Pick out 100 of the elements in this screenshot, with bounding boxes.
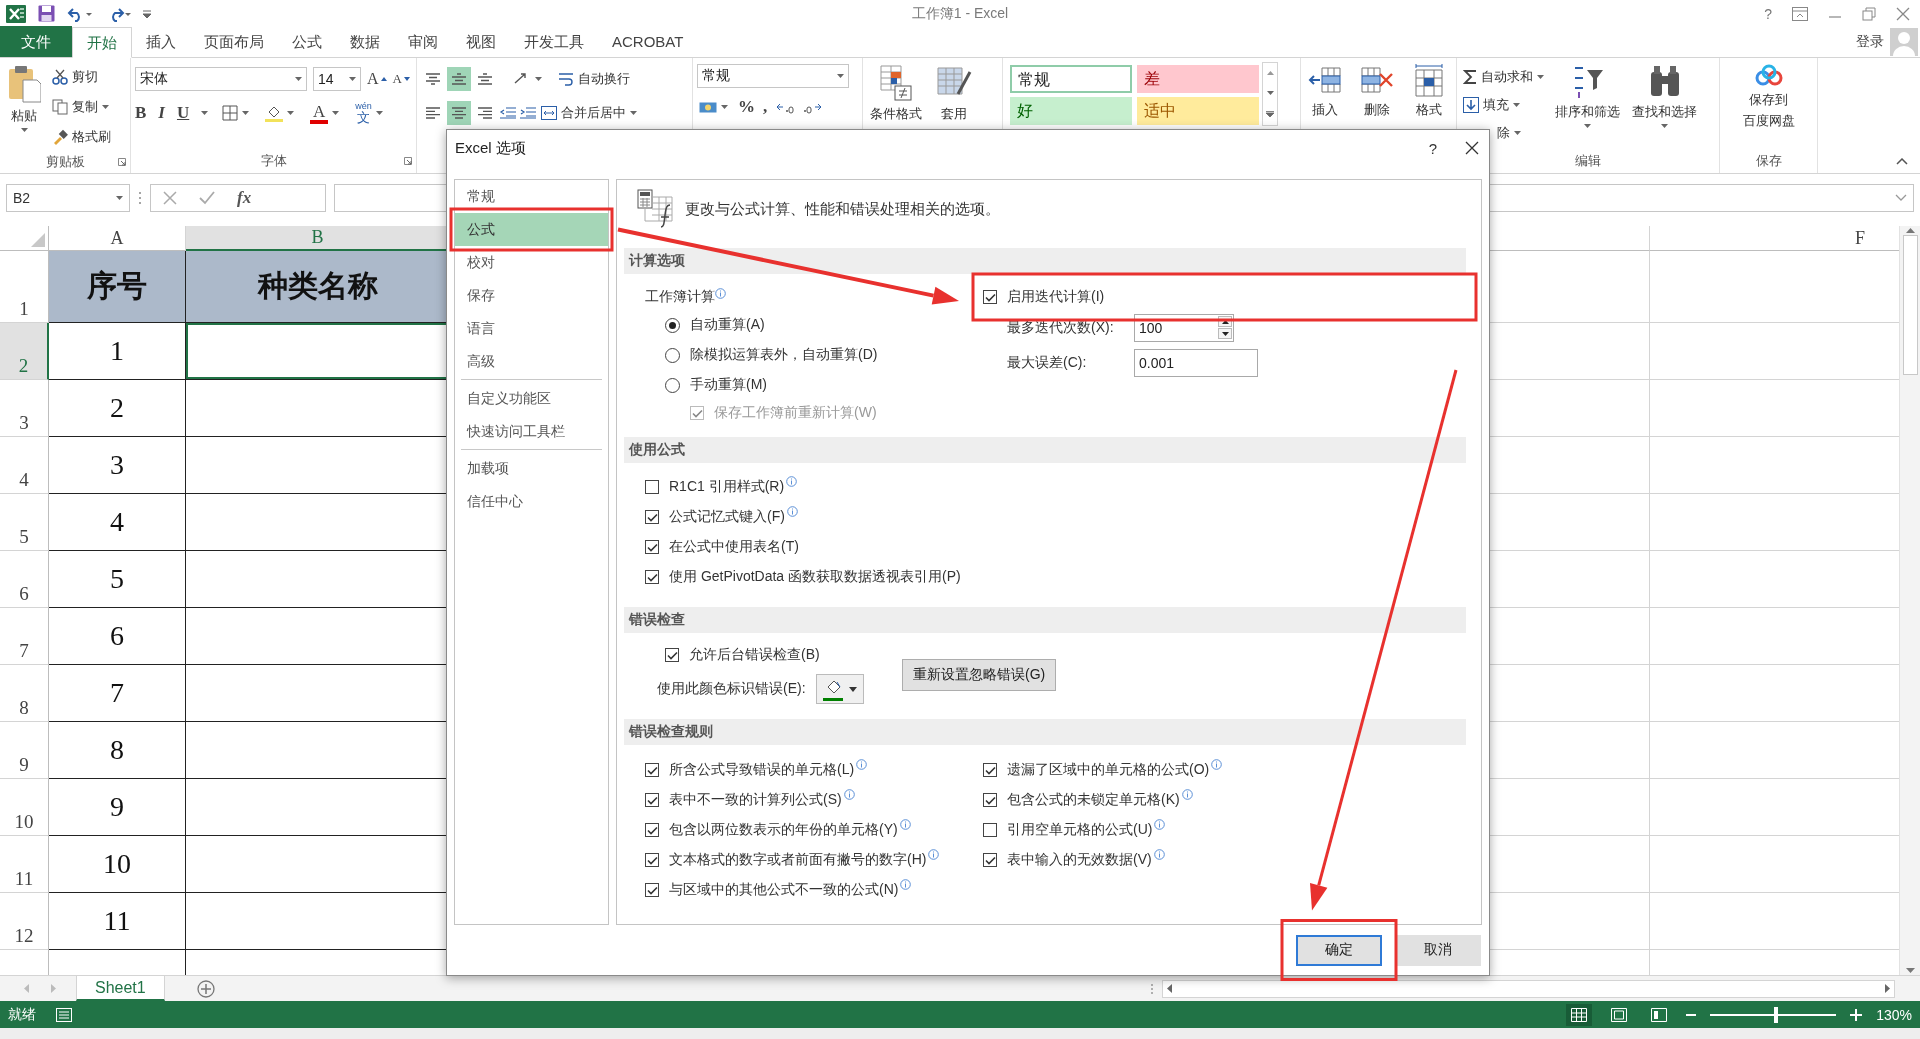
nav-item[interactable]: 常规 [455, 180, 608, 213]
wrap-text-button[interactable]: 自动换行 [556, 66, 632, 92]
paste-button[interactable]: 粘贴 [4, 62, 44, 134]
percent-button[interactable]: % [738, 97, 755, 117]
cell-style-tile[interactable]: 常规 [1010, 65, 1132, 93]
checkbox[interactable] [983, 853, 997, 867]
checkbox[interactable] [665, 648, 679, 662]
clear-button[interactable]: 除 [1495, 120, 1546, 146]
insert-cells-button[interactable]: 插入 [1305, 62, 1345, 121]
ribbon-display-icon[interactable] [1792, 6, 1808, 21]
checkbox[interactable] [645, 883, 659, 897]
align-middle-button[interactable] [447, 67, 471, 91]
add-sheet-icon[interactable] [196, 979, 215, 998]
row-header[interactable]: 8 [0, 665, 49, 722]
collapse-ribbon-icon[interactable] [1896, 158, 1908, 165]
ribbon-tab[interactable]: 公式 [278, 27, 336, 57]
checkbox[interactable] [983, 793, 997, 807]
table-cell[interactable]: 序号 [49, 251, 186, 323]
merge-center-button[interactable]: 合并后居中 [539, 100, 639, 126]
help-button[interactable]: ? [1428, 139, 1437, 157]
ribbon-tab[interactable]: 数据 [336, 27, 394, 57]
nav-item[interactable]: 公式 [455, 213, 608, 246]
cancel-button[interactable]: 取消 [1395, 934, 1481, 966]
save-to-cloud-button[interactable]: 保存到 百度网盘 [1739, 62, 1798, 132]
file-tab[interactable]: 文件 [0, 26, 72, 57]
zoom-level[interactable]: 130% [1876, 1006, 1912, 1023]
phonetic-button[interactable]: wén 文 [353, 100, 385, 126]
nav-item[interactable]: 自定义功能区 [455, 382, 608, 415]
font-size-dropdown[interactable]: 14 [313, 67, 361, 91]
autosum-button[interactable]: 自动求和 [1461, 64, 1546, 90]
increase-indent-icon[interactable] [519, 105, 537, 121]
ribbon-tab[interactable]: 开始 [72, 27, 132, 58]
sign-in-link[interactable]: 登录 [1856, 32, 1884, 51]
delete-cells-button[interactable]: 删除 [1357, 62, 1397, 121]
checkbox[interactable] [645, 510, 659, 524]
italic-button[interactable]: I [158, 103, 165, 123]
checkbox[interactable] [645, 540, 659, 554]
max-change-field[interactable]: 0.001 [1134, 348, 1258, 377]
radio-button[interactable] [665, 347, 680, 363]
scrollbar-thumb[interactable] [1902, 235, 1918, 375]
dialog-launcher-icon[interactable] [118, 157, 126, 166]
radio-button[interactable] [665, 317, 680, 333]
checkbox[interactable] [645, 823, 659, 837]
checkbox[interactable] [645, 853, 659, 867]
format-painter-button[interactable]: 格式刷 [50, 124, 113, 150]
row-header[interactable]: 3 [0, 380, 49, 437]
spin-down-icon[interactable] [1221, 331, 1229, 336]
underline-button[interactable]: U [176, 103, 190, 123]
customize-icon[interactable] [143, 9, 151, 18]
insert-function-button[interactable]: fx [237, 188, 252, 208]
checkbox[interactable] [645, 480, 659, 494]
horizontal-scrollbar[interactable] [1162, 979, 1895, 998]
format-as-table-button[interactable]: 套用 [933, 62, 975, 125]
nav-item[interactable]: 高级 [455, 345, 608, 378]
checkbox[interactable] [645, 793, 659, 807]
ribbon-tab[interactable]: 插入 [132, 27, 190, 57]
comma-button[interactable]: , [763, 97, 768, 117]
slider-thumb[interactable] [1773, 1006, 1778, 1023]
conditional-format-button[interactable]: 条件格式 [867, 62, 925, 125]
name-box[interactable]: B2 [6, 184, 130, 212]
help-button[interactable]: ? [1764, 5, 1772, 22]
table-cell[interactable]: 4 [49, 494, 186, 551]
row-header[interactable]: 2 [0, 323, 49, 380]
row-header[interactable]: 9 [0, 722, 49, 779]
grow-font-button[interactable]: A [367, 70, 387, 88]
dialog-launcher-icon[interactable] [404, 157, 412, 165]
checkbox[interactable] [983, 290, 997, 304]
gallery-scroll[interactable] [1262, 62, 1278, 126]
table-cell[interactable]: 7 [49, 665, 186, 722]
undo-icon[interactable] [67, 5, 93, 22]
shrink-font-button[interactable]: A [392, 71, 410, 87]
find-select-button[interactable]: 查找和选择 [1629, 62, 1700, 130]
sheet-tab[interactable]: Sheet1 [76, 976, 165, 1001]
nav-item[interactable]: 保存 [455, 279, 608, 312]
sort-filter-button[interactable]: 排序和筛选 [1552, 62, 1623, 130]
bold-button[interactable]: B [135, 103, 147, 123]
table-cell[interactable]: 2 [49, 380, 186, 437]
row-header[interactable]: 4 [0, 437, 49, 494]
format-cells-button[interactable]: 格式 [1409, 62, 1449, 121]
nav-item[interactable]: 加载项 [455, 452, 608, 485]
table-cell[interactable]: 8 [49, 722, 186, 779]
table-cell[interactable]: 3 [49, 437, 186, 494]
row-header[interactable]: 12 [0, 893, 49, 950]
nav-item[interactable]: 校对 [455, 246, 608, 279]
ribbon-tab[interactable]: ACROBAT [598, 27, 698, 57]
cell-style-tile[interactable]: 好 [1010, 97, 1132, 125]
radio-button[interactable] [665, 377, 680, 393]
error-color-picker[interactable] [815, 674, 864, 704]
table-cell[interactable]: 6 [49, 608, 186, 665]
checkbox[interactable] [645, 763, 659, 777]
decrease-indent-icon[interactable] [499, 105, 517, 121]
row-header[interactable]: 10 [0, 779, 49, 836]
checkbox[interactable] [983, 823, 997, 837]
ribbon-tab[interactable]: 页面布局 [190, 27, 278, 57]
table-cell[interactable]: 5 [49, 551, 186, 608]
ok-button[interactable]: 确定 [1296, 934, 1382, 966]
number-format-dropdown[interactable]: 常规 [697, 64, 849, 88]
cell-style-tile[interactable]: 适中 [1137, 97, 1259, 125]
checkbox[interactable] [983, 763, 997, 777]
row-header[interactable]: 7 [0, 608, 49, 665]
